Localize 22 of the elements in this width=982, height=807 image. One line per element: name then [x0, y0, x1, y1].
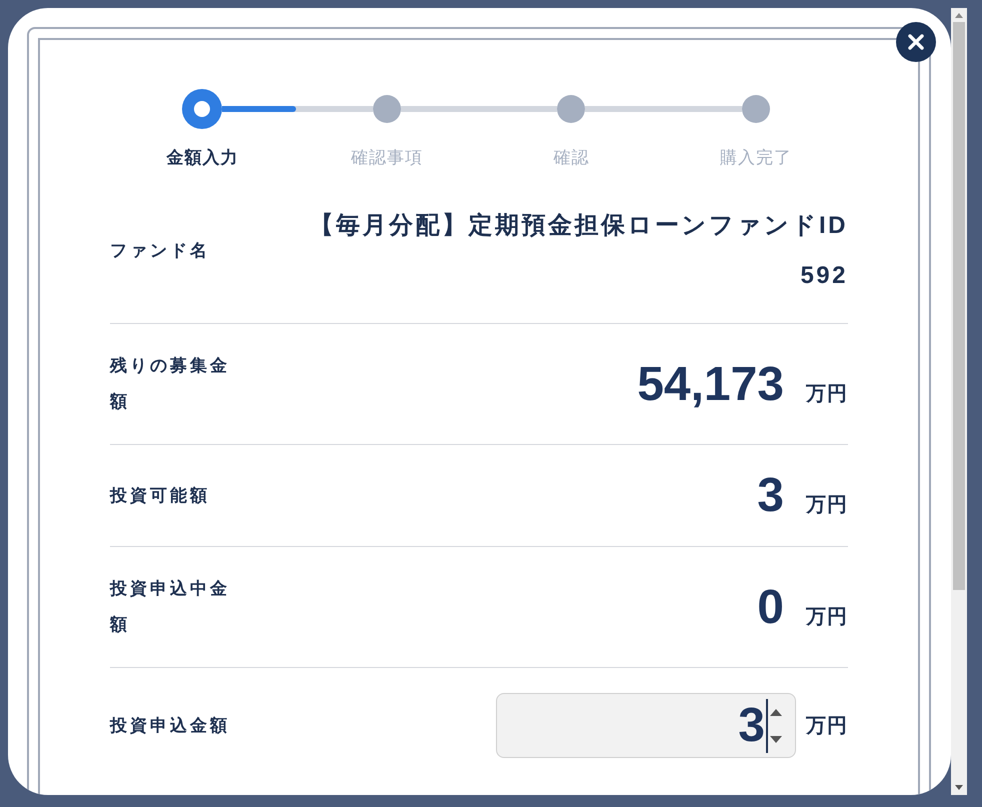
step-label: 購入完了 — [720, 147, 792, 169]
scrollbar-thumb[interactable] — [953, 22, 965, 590]
fund-name: 【毎月分配】定期預金担保ローンファンドID 592 — [308, 211, 848, 291]
amount-value: 0 — [757, 580, 784, 634]
field-label: 投資可能額 — [110, 484, 211, 506]
unit-label: 万円 — [806, 493, 848, 518]
step-label: 金額入力 — [166, 147, 238, 169]
field-label: 投資申込中金額 — [110, 578, 231, 636]
amount-input[interactable]: 3 — [496, 693, 796, 758]
amount-value: 3 — [757, 469, 784, 522]
unit-label: 万円 — [806, 604, 848, 630]
scrollbar[interactable] — [951, 8, 967, 795]
field-label: ファンド名 — [110, 240, 211, 262]
amount-value: 54,173 — [637, 358, 784, 410]
close-icon — [908, 34, 924, 50]
field-label: 投資申込金額 — [110, 714, 231, 736]
unit-label: 万円 — [806, 714, 848, 738]
step-label: 確認事項 — [350, 147, 423, 169]
unit-label: 万円 — [806, 382, 848, 406]
text-cursor — [766, 698, 768, 752]
field-label: 残りの募集金額 — [110, 355, 231, 413]
step-label: 確認 — [553, 147, 590, 169]
